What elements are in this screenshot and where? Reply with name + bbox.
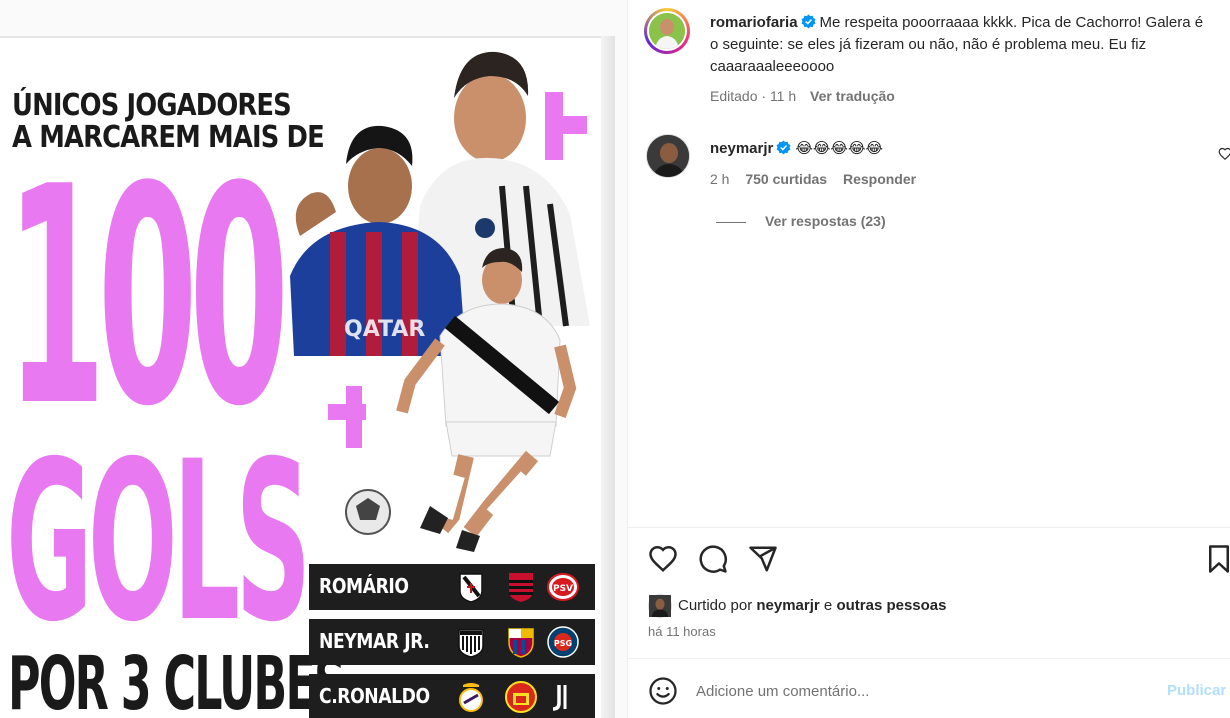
comment-text: 😂😂😂😂😂 xyxy=(795,140,884,157)
santos-crest-icon xyxy=(458,629,484,658)
comment: neymarjr 😂😂😂😂😂 xyxy=(710,138,883,160)
caption-time[interactable]: 11 h xyxy=(770,88,796,104)
heart-icon[interactable] xyxy=(648,544,678,574)
psv-crest-icon: PSV xyxy=(547,573,579,601)
barcelona-crest-icon xyxy=(508,628,534,658)
poster-edge xyxy=(601,36,615,718)
edited-label: Editado xyxy=(710,88,758,104)
juventus-crest-icon xyxy=(547,681,579,713)
svg-text:PSG: PSG xyxy=(554,639,572,648)
comment-icon[interactable] xyxy=(698,544,728,574)
club-row-neymar: NEYMAR JR. PSG xyxy=(309,619,595,665)
player-name: ROMÁRIO xyxy=(319,574,409,598)
poster-big-word: GOLS xyxy=(6,414,311,670)
post-image: ÚNICOS JOGADORES A MARCAREM MAIS DE 100 … xyxy=(0,36,615,718)
vasco-crest-icon xyxy=(459,573,483,603)
comment-time[interactable]: 2 h xyxy=(710,171,729,187)
view-replies-button[interactable]: Ver respostas (23) xyxy=(765,213,886,229)
emoji-icon[interactable] xyxy=(648,676,678,706)
svg-text:PSV: PSV xyxy=(553,584,573,594)
comment-meta: 2 h 750 curtidas Responder xyxy=(710,171,916,187)
poster-bottom-line: POR 3 CLUBES xyxy=(8,641,346,718)
real-madrid-crest-icon xyxy=(459,683,483,712)
psg-crest-icon: PSG xyxy=(547,626,579,658)
svg-text:QATAR: QATAR xyxy=(344,317,425,342)
club-row-ronaldo: C.RONALDO xyxy=(309,674,595,718)
player-name: NEYMAR JR. xyxy=(319,629,430,653)
club-row-romario: ROMÁRIO PSV xyxy=(309,564,595,610)
author-avatar[interactable] xyxy=(644,8,690,54)
reply-button[interactable]: Responder xyxy=(843,171,916,187)
post-image-pane: ÚNICOS JOGADORES A MARCAREM MAIS DE 100 … xyxy=(0,0,627,718)
post-time[interactable]: há 11 horas xyxy=(648,624,716,639)
poster-big-number: 100 xyxy=(6,123,289,472)
players-illustration: QATAR xyxy=(290,51,590,552)
manchester-united-crest-icon xyxy=(505,681,537,713)
liked-by-joiner: e xyxy=(823,597,833,614)
comment-like-icon[interactable] xyxy=(1218,147,1230,161)
poster-headline-line1: ÚNICOS JOGADORES xyxy=(12,88,292,123)
comment-username[interactable]: neymarjr xyxy=(710,140,773,157)
bookmark-icon[interactable] xyxy=(1204,544,1230,574)
verified-icon xyxy=(801,14,815,29)
liked-by-others[interactable]: outras pessoas xyxy=(836,597,946,614)
share-icon[interactable] xyxy=(748,544,778,574)
verified-icon xyxy=(776,140,791,155)
flamengo-crest-icon xyxy=(509,573,533,602)
football-icon xyxy=(345,489,391,535)
meta-separator: · xyxy=(761,88,767,104)
comment-avatar[interactable] xyxy=(646,134,690,178)
section-divider xyxy=(628,527,1230,528)
publish-button[interactable]: Publicar xyxy=(1167,682,1226,699)
comment-likes[interactable]: 750 curtidas xyxy=(745,171,827,187)
replies-divider xyxy=(716,222,746,223)
comment-input[interactable] xyxy=(696,677,1156,705)
comments-pane: romariofaria Me respeita pooorraaaa kkkk.… xyxy=(628,0,1230,718)
section-divider xyxy=(628,658,1230,659)
author-username[interactable]: romariofaria xyxy=(710,14,798,31)
liked-by-avatar[interactable] xyxy=(648,594,672,618)
liked-by-text: Curtido por neymarjr e outras pessoas xyxy=(678,597,946,614)
caption-meta: Editado · 11 h Ver tradução xyxy=(710,88,895,104)
player-name: C.RONALDO xyxy=(319,684,430,708)
liked-by-user[interactable]: neymarjr xyxy=(756,597,819,614)
liked-by-prefix: Curtido por xyxy=(678,597,753,614)
translate-link[interactable]: Ver tradução xyxy=(810,88,895,104)
post-caption: romariofaria Me respeita pooorraaaa kkkk.… xyxy=(710,12,1210,78)
